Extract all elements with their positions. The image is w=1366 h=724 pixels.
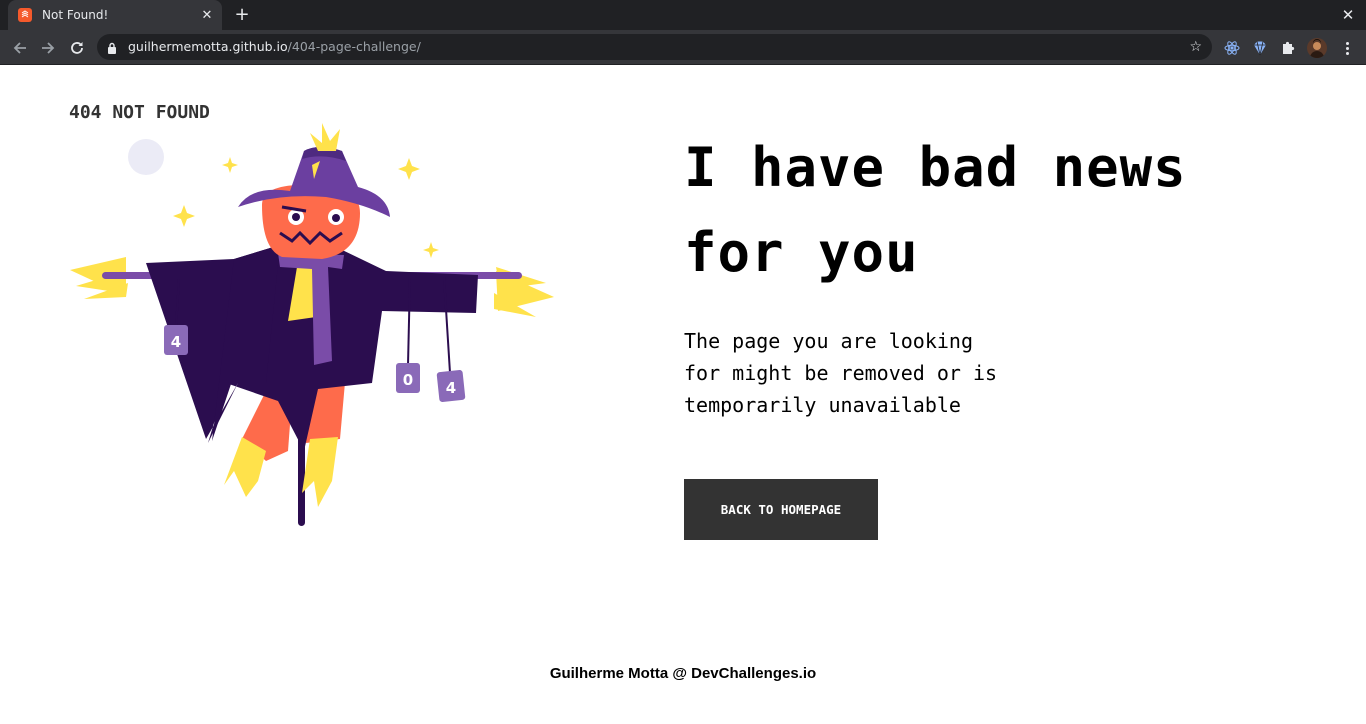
browser-tab[interactable]: Not Found! ✕ [8,0,222,30]
scarecrow-illustration: 4 0 4 [70,123,554,526]
url-host: guilhermemotta.github.io [128,39,288,54]
hat-straw [310,123,340,151]
url-path: /404-page-challenge/ [287,39,421,54]
back-to-homepage-button[interactable]: BACK TO HOMEPAGE [684,479,878,540]
profile-avatar[interactable] [1307,38,1327,58]
page-content: 404 NOT FOUND 4 0 4 I have bad news for … [0,65,1366,724]
lock-icon[interactable] [107,41,117,59]
forward-icon[interactable] [36,36,60,60]
footer-credit: Guilherme Motta @ DevChallenges.io [549,665,817,682]
right-foot-straw [302,437,338,507]
tab-close-icon[interactable]: ✕ [198,6,216,24]
favicon-icon [18,8,32,22]
headline-line-1: I have bad news [684,136,1187,199]
new-tab-icon[interactable]: + [232,5,252,25]
star-icon[interactable]: ☆ [1189,39,1202,55]
can-digit-1: 4 [171,333,181,351]
gem-icon[interactable] [1251,39,1269,57]
menu-dots-icon[interactable] [1338,39,1356,57]
react-devtools-icon[interactable] [1223,39,1241,57]
headline: I have bad news for you [684,125,1304,295]
message-line-2: for might be removed or is [684,361,998,385]
can-digit-2: 0 [403,371,413,389]
reload-icon[interactable] [65,36,89,60]
address-bar[interactable]: guilhermemotta.github.io/404-page-challe… [97,34,1212,60]
tab-title: Not Found! [42,8,109,22]
tab-strip: Not Found! ✕ + ✕ [0,0,1366,30]
window-close-icon[interactable]: ✕ [1338,5,1358,25]
brand-logo[interactable]: 404 NOT FOUND [69,102,210,123]
headline-line-2: for you [684,221,919,284]
message-line-1: The page you are looking [684,329,973,353]
url-text: guilhermemotta.github.io/404-page-challe… [128,39,421,54]
browser-toolbar: guilhermemotta.github.io/404-page-challe… [0,30,1366,65]
moon-shape [128,139,164,175]
error-message: The page you are looking for might be re… [684,325,1044,421]
extensions-puzzle-icon[interactable] [1279,39,1297,57]
can-digit-3: 4 [446,379,456,397]
back-icon[interactable] [8,36,32,60]
message-line-3: temporarily unavailable [684,393,961,417]
